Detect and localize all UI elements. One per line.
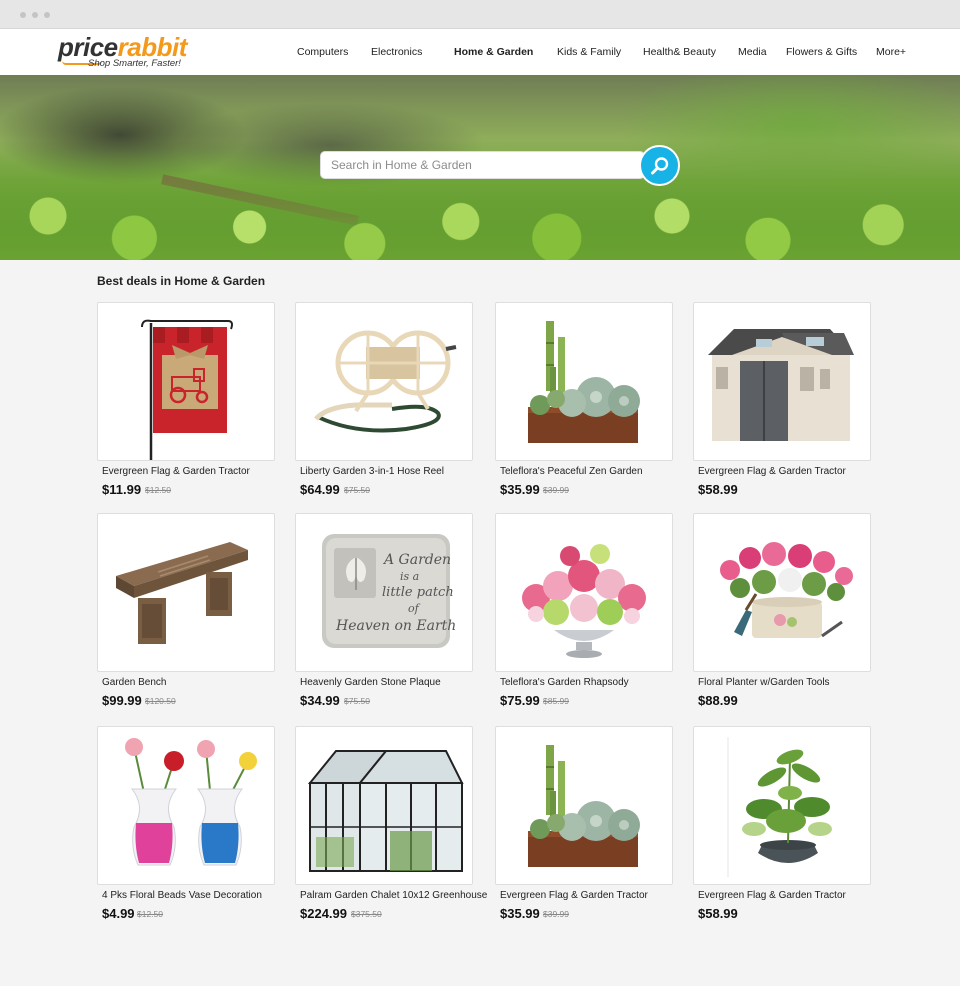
product-name[interactable]: Teleflora's Peaceful Zen Garden [500,466,643,477]
nav-home-garden[interactable]: Home & Garden [454,46,533,58]
product-old-price: $39.99 [543,909,569,919]
nav-more[interactable]: More+ [876,46,906,58]
zen-garden-icon [528,321,640,443]
garden-shed-icon [708,329,854,441]
product-price: $75.99 [500,693,540,708]
product-image[interactable] [693,513,871,672]
logo-tagline: Shop Smarter, Faster! [88,58,181,69]
product-old-price: $75.50 [344,696,370,706]
nav-electronics[interactable]: Electronics [371,46,422,58]
site-header: pricerabbit Shop Smarter, Faster! Comput… [0,29,960,75]
nav-kids-family[interactable]: Kids & Family [557,46,621,58]
product-old-price: $120.50 [145,696,176,706]
plaque-text-2: is a [400,570,419,583]
product-name[interactable]: Evergreen Flag & Garden Tractor [698,466,846,477]
product-image[interactable] [295,726,473,885]
product-old-price: $39.99 [543,485,569,495]
window-dot-icon [20,12,26,18]
product-old-price: $75.50 [344,485,370,495]
pricerabbit-logo[interactable]: pricerabbit Shop Smarter, Faster! [58,34,208,72]
product-name[interactable]: Heavenly Garden Stone Plaque [300,677,441,688]
zen-garden-icon [528,745,640,867]
product-image[interactable] [495,513,673,672]
product-name[interactable]: Evergreen Flag & Garden Tractor [102,466,250,477]
product-name[interactable]: Teleflora's Garden Rhapsody [500,677,629,688]
bead-vases-icon [125,738,257,866]
product-name[interactable]: Evergreen Flag & Garden Tractor [698,890,846,901]
product-price: $64.99 [300,482,340,497]
product-name[interactable]: Garden Bench [102,677,167,688]
product-old-price: $85.99 [543,696,569,706]
product-price: $35.99 [500,482,540,497]
hose-reel-icon [314,330,457,433]
search-input[interactable] [320,151,645,179]
plaque-text-1: A Garden [382,552,451,568]
nav-computers[interactable]: Computers [297,46,348,58]
product-price: $224.99 [300,906,347,921]
product-old-price: $12.50 [145,485,171,495]
plaque-text-5: Heaven on Earth [335,618,456,634]
product-image[interactable]: A Garden is a little patch of Heaven on … [295,513,473,672]
floral-planter-icon [720,542,853,638]
plaque-text-3: little patch [382,585,454,600]
product-name[interactable]: Palram Garden Chalet 10x12 Greenhouse [300,890,487,901]
product-price: $11.99 [102,482,142,497]
window-dot-icon [44,12,50,18]
nav-health-beauty[interactable]: Health& Beauty [643,46,716,58]
stone-plaque-icon: A Garden is a little patch of Heaven on … [322,534,456,648]
search-button[interactable] [639,145,680,186]
flower-bouquet-icon [522,544,646,658]
product-image[interactable] [495,726,673,885]
product-price: $35.99 [500,906,540,921]
product-price: $4.99 [102,906,135,921]
product-old-price: $12.50 [137,909,163,919]
product-name[interactable]: Evergreen Flag & Garden Tractor [500,890,648,901]
product-image[interactable] [693,302,871,461]
product-price: $99.99 [102,693,142,708]
product-name[interactable]: Floral Planter w/Garden Tools [698,677,830,688]
logo-wordmark: pricerabbit [58,34,208,60]
product-price: $58.99 [698,906,738,921]
section-title: Best deals in Home & Garden [97,274,266,288]
product-image[interactable] [97,302,275,461]
product-price: $34.99 [300,693,340,708]
product-image[interactable] [495,302,673,461]
product-price: $58.99 [698,482,738,497]
product-image[interactable] [97,513,275,672]
window-dot-icon [32,12,38,18]
nav-flowers-gifts[interactable]: Flowers & Gifts [786,46,857,58]
greenhouse-icon [307,750,464,872]
garden-flag-icon [141,319,233,460]
product-name[interactable]: 4 Pks Floral Beads Vase Decoration [102,890,262,901]
product-image[interactable] [693,726,871,885]
product-image[interactable] [295,302,473,461]
product-image[interactable] [97,726,275,885]
product-price: $88.99 [698,693,738,708]
search-icon [651,157,669,175]
potted-plant-icon [727,737,832,877]
stone-bench-icon [116,542,248,644]
product-old-price: $375.50 [351,909,382,919]
nav-media[interactable]: Media [738,46,767,58]
product-name[interactable]: Liberty Garden 3-in-1 Hose Reel [300,466,444,477]
browser-chrome [0,0,960,29]
